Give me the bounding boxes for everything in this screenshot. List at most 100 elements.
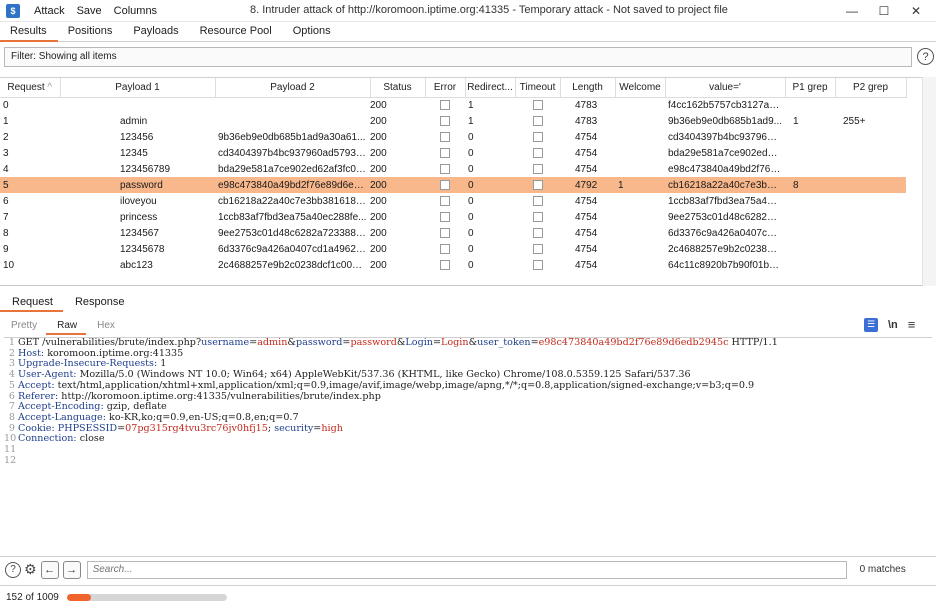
cell-value: 1ccb83af7fbd3ea75a40e... [668,195,785,207]
col-request[interactable]: Request ^ [0,78,61,98]
table-row[interactable]: 6 iloveyou cb16218a22a40c7e3bb381618e... 20… [0,193,906,209]
col-value[interactable]: value=' [665,78,786,98]
cell-error [425,113,465,129]
editor-line: 9 Cookie: PHPSESSID=07pg315rg4tvu3rc76jv0… [8,422,343,434]
cell-status: 200 [370,211,387,223]
cell-payload-1: iloveyou [120,195,157,207]
tab-response[interactable]: Response [63,294,135,312]
cell-request: 9 [3,243,9,255]
table-row[interactable]: 7 princess 1ccb83af7fbd3ea75a40ec288fe... 2… [0,209,906,225]
menu-attack[interactable]: Attack [34,5,65,17]
table-scrollbar[interactable] [922,77,936,286]
checkbox-icon [440,243,450,254]
cell-payload-1: 12345678 [120,243,165,255]
cell-payload-1: 12345 [120,147,148,159]
cell-p1-grep [785,257,835,273]
col-payload-1[interactable]: Payload 1 [60,78,216,98]
tab-options[interactable]: Options [283,22,342,42]
cell-welcome [615,161,665,177]
search-input[interactable] [86,560,847,579]
table-row[interactable]: 8 1234567 9ee2753c01d48c6282a7233889... 200… [0,225,906,241]
tab-pretty[interactable]: Pretty [0,319,46,335]
cell-p2-grep [835,177,906,193]
filter-bar[interactable]: Filter: Showing all items [4,47,912,67]
tab-payloads[interactable]: Payloads [123,22,189,42]
table-row[interactable]: 1 admin 200 1 4783 9b36eb9e0db685b1ad9... 1 255… [0,113,906,129]
cell-timeout [515,113,560,129]
table-row[interactable]: 3 12345 cd3404397b4bc937960ad57931... 200 0 4… [0,145,906,161]
sort-up-icon: ^ [47,81,53,93]
tab-positions[interactable]: Positions [58,22,124,42]
cell-redirect: 1 [468,99,474,111]
checkbox-icon [440,131,450,142]
tab-results[interactable]: Results [0,22,58,42]
col-p2-grep[interactable]: P2 grep [835,78,907,98]
gear-icon[interactable]: ⚙ [24,561,37,578]
tab-hex[interactable]: Hex [86,319,124,335]
next-match-button[interactable]: → [62,560,81,579]
col-welcome[interactable]: Welcome [615,78,666,98]
cell-request: 7 [3,211,9,223]
cell-welcome [615,97,665,113]
newline-icon[interactable]: \n [888,319,898,331]
help-icon[interactable]: ? [5,561,21,578]
cell-status: 200 [370,227,387,239]
editor-tools: ☰ \n ≡ [864,317,915,332]
tab-resource-pool[interactable]: Resource Pool [190,22,283,42]
cell-value: 9b36eb9e0db685b1ad9... [668,115,783,127]
checkbox-icon [532,211,543,222]
cell-payload-2: cb16218a22a40c7e3bb381618e... [218,195,370,207]
maximize-icon[interactable]: ☐ [868,2,900,20]
cell-length: 4754 [575,147,598,159]
cell-redirect: 0 [468,227,474,239]
col-redirect[interactable]: Redirect... [465,78,516,98]
request-editor[interactable]: 1 GET /vulnerabilities/brute/index.php?us… [4,337,932,553]
cell-value: cb16218a22a40c7e3bb3... [665,177,785,193]
cell-value: 9ee2753c01d48c6282a7... [668,211,785,223]
table-row[interactable]: 9 12345678 6d3376c9a426a0407cd1a49629... 20… [0,241,906,257]
checkbox-icon [532,115,543,126]
col-timeout[interactable]: Timeout [515,78,561,98]
previous-match-button[interactable]: ← [40,560,59,579]
request-response-tabs: Request Response [0,294,936,312]
col-error[interactable]: Error [425,78,466,98]
cell-welcome [615,257,665,273]
burp-app-icon: $ [6,3,20,18]
hamburger-menu-icon[interactable]: ≡ [908,317,916,332]
col-length[interactable]: Length [560,78,616,98]
cell-redirect: 0 [468,131,474,143]
cell-status: 200 [370,147,387,159]
menu-save[interactable]: Save [77,5,102,17]
menu-columns[interactable]: Columns [114,5,157,17]
table-row[interactable]: 0 200 1 4783 f4cc162b5757cb3127a80... [0,97,906,113]
cell-p1-grep [785,129,835,145]
cell-error [425,145,465,161]
attack-progress: 152 of 1009 [0,585,936,608]
tab-request[interactable]: Request [0,294,63,312]
cell-request: 8 [3,227,9,239]
cell-payload-2 [215,97,370,113]
cell-p1-grep [785,225,835,241]
checkbox-icon [440,259,450,270]
cell-welcome: 1 [615,177,665,193]
cell-value: e98c473840a49bd2f76e8... [668,163,785,175]
cell-welcome [615,241,665,257]
arrow-left-icon: ← [44,563,56,576]
col-status[interactable]: Status [370,78,426,98]
col-p1-grep[interactable]: P1 grep [785,78,836,98]
help-icon[interactable]: ? [917,48,934,65]
cell-length: 4754 [575,131,598,143]
cell-payload-2: 1ccb83af7fbd3ea75a40ec288fe... [218,211,367,223]
table-row[interactable]: 5 password e98c473840a49bd2f76e89d6ed... 20… [0,177,906,193]
close-icon[interactable]: ✕ [900,2,932,20]
table-row[interactable]: 10 abc123 2c4688257e9b2c0238dcf1c00c0... 20… [0,257,906,273]
checkbox-icon [532,147,543,158]
col-payload-2[interactable]: Payload 2 [215,78,371,98]
minimize-icon[interactable]: — [836,2,868,20]
table-row[interactable]: 2 123456 9b36eb9e0db685b1ad9a30a61... 200 0 4… [0,129,906,145]
tab-raw[interactable]: Raw [46,319,87,335]
cell-p2-grep [835,193,906,209]
table-row[interactable]: 4 123456789 bda29e581a7ce902ed62af3fc01...… [0,161,906,177]
cell-timeout [515,145,560,161]
word-wrap-icon[interactable]: ☰ [864,317,878,332]
